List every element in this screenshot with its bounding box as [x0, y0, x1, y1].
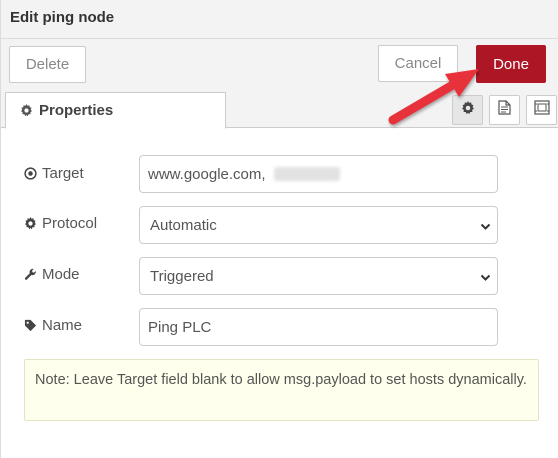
protocol-label: Protocol [42, 215, 98, 232]
target-input[interactable]: www.google.com, [139, 155, 498, 193]
done-button[interactable]: Done [476, 45, 546, 83]
appearance-icon [533, 100, 550, 120]
gear-icon [20, 104, 33, 117]
description-icon [498, 100, 511, 120]
target-value: www.google.com, [148, 165, 266, 183]
info-note: Note: Leave Target field blank to allow … [24, 359, 539, 421]
name-value: Ping PLC [148, 318, 212, 336]
cancel-button[interactable]: Cancel [378, 45, 458, 82]
protocol-label-row: Protocol [24, 215, 97, 232]
info-note-text: Note: Leave Target field blank to allow … [35, 372, 527, 388]
wrench-icon [24, 268, 37, 281]
mode-label: Mode [42, 266, 80, 283]
name-label-row: Name [24, 317, 82, 334]
tab-appearance-icon-button[interactable] [526, 95, 557, 125]
protocol-value: Automatic [150, 216, 217, 234]
chevron-down-icon [480, 219, 491, 236]
chevron-down-icon [480, 270, 491, 287]
delete-button[interactable]: Delete [9, 46, 86, 83]
mode-label-row: Mode [24, 266, 80, 283]
tab-properties[interactable]: Properties [5, 92, 226, 129]
tab-properties-label: Properties [39, 102, 114, 119]
mode-value: Triggered [150, 267, 214, 285]
target-label-row: Target [24, 165, 84, 182]
name-input[interactable]: Ping PLC [139, 308, 498, 346]
mode-select[interactable]: Triggered [139, 257, 498, 295]
dot-circle-icon [24, 167, 37, 180]
name-label: Name [42, 317, 83, 334]
tab-node-properties-icon-button[interactable] [452, 95, 483, 125]
protocol-select[interactable]: Automatic [139, 206, 498, 244]
gear-icon [24, 217, 37, 230]
gear-icon [461, 100, 475, 120]
tag-icon [24, 319, 37, 332]
target-label: Target [42, 165, 84, 182]
tab-description-icon-button[interactable] [489, 95, 520, 125]
edit-node-tray: Edit ping node Delete Cancel Done Proper… [0, 0, 558, 458]
tray-title: Edit ping node [10, 9, 115, 26]
redacted-ip-blur [273, 167, 340, 181]
tray-header: Edit ping node [1, 0, 558, 39]
